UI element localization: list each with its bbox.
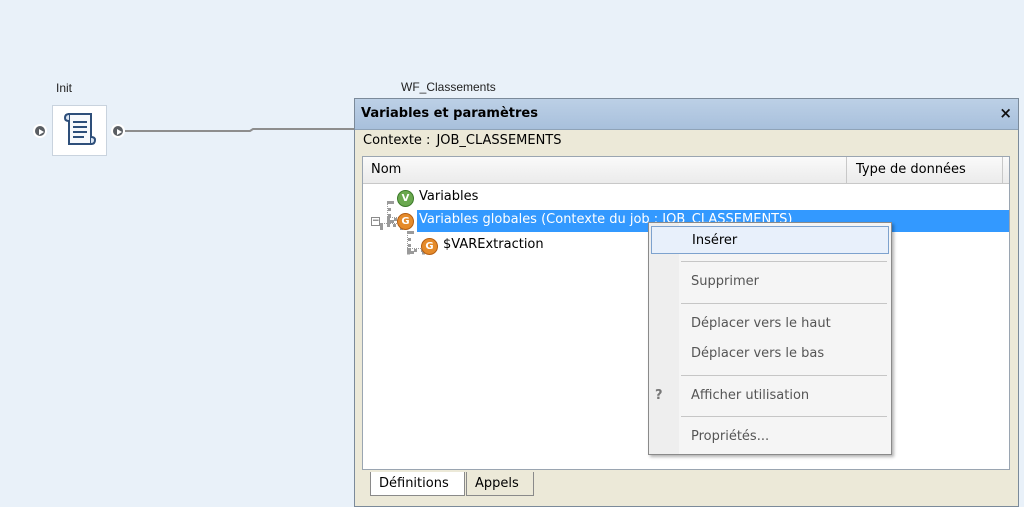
menu-icon-gutter (649, 223, 679, 454)
init-node-label: Init (56, 81, 73, 95)
context-value: JOB_CLASSEMENTS (436, 133, 562, 148)
menu-item-move-down[interactable]: Déplacer vers le bas (651, 340, 889, 368)
workflow-label: WF_Classements (401, 80, 496, 94)
tree-item-label: $VARExtraction (443, 237, 544, 252)
global-badge-icon: G (421, 238, 438, 255)
global-badge-icon: G (397, 213, 414, 230)
menu-separator (681, 303, 887, 304)
connector-line (125, 128, 360, 132)
init-output-port[interactable] (111, 124, 125, 138)
menu-item-properties[interactable]: Propriétés... (651, 423, 889, 451)
tab-definitions[interactable]: Définitions (370, 472, 465, 496)
tree-item-variables[interactable]: V Variables (397, 186, 697, 208)
column-header: Nom Type de données (363, 157, 1009, 184)
dialog-titlebar[interactable]: Variables et paramètres × (355, 99, 1018, 130)
menu-item-move-up[interactable]: Déplacer vers le haut (651, 310, 889, 338)
init-input-port[interactable] (33, 124, 47, 138)
context-label: Contexte : (363, 133, 431, 148)
context-menu: Insérer Supprimer Déplacer vers le haut … (648, 222, 892, 455)
menu-item-insert[interactable]: Insérer (651, 226, 889, 254)
dialog-title: Variables et paramètres (361, 106, 538, 121)
context-row: Contexte : JOB_CLASSEMENTS (363, 133, 568, 148)
menu-separator (681, 261, 887, 262)
menu-item-show-usage[interactable]: Afficher utilisation (651, 382, 889, 410)
variable-badge-icon: V (397, 190, 414, 207)
collapse-icon[interactable]: − (371, 217, 380, 226)
close-icon[interactable]: × (999, 104, 1012, 122)
document-scroll-icon (63, 113, 97, 145)
menu-separator (681, 375, 887, 376)
menu-item-delete[interactable]: Supprimer (651, 268, 889, 296)
tab-calls[interactable]: Appels (466, 472, 534, 496)
column-name-header[interactable]: Nom (363, 157, 847, 183)
menu-separator (681, 416, 887, 417)
column-type-header[interactable]: Type de données (848, 157, 1003, 183)
tree-item-label: Variables (419, 189, 479, 204)
